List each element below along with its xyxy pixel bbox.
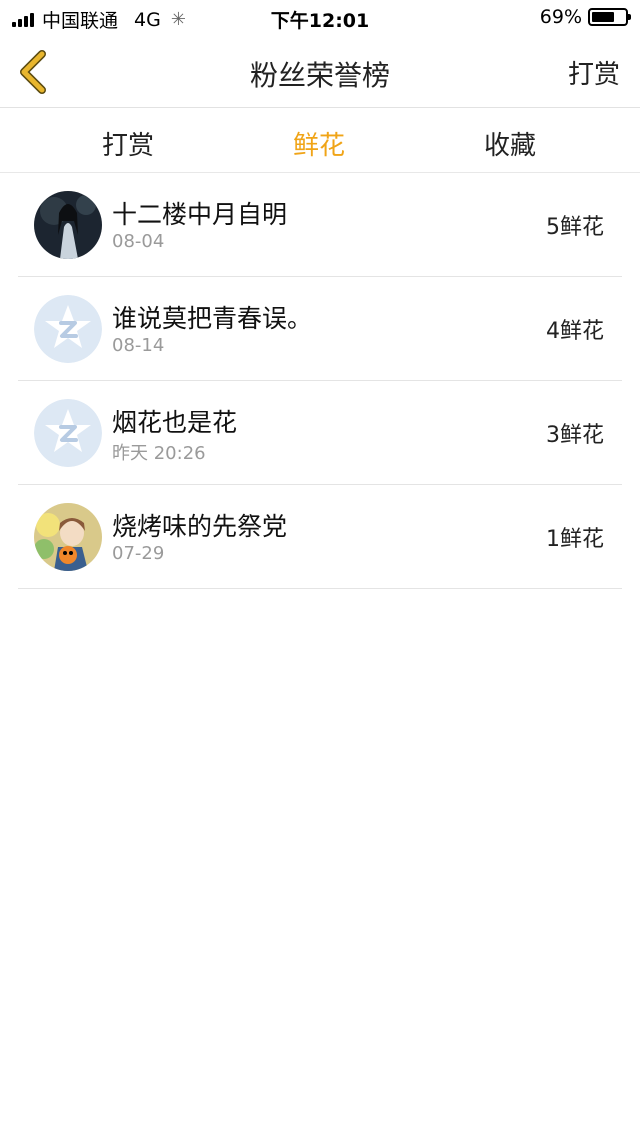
list-item[interactable]: 烧烤味的先祭党 07-29 1鲜花: [18, 485, 622, 589]
fan-date: 昨天 20:26: [112, 443, 206, 464]
tab-favorites[interactable]: 收藏: [450, 125, 570, 162]
fan-date: 08-04: [112, 231, 165, 252]
default-avatar-icon: [34, 295, 102, 363]
avatar: [34, 191, 102, 259]
avatar: [34, 503, 102, 571]
reward-button[interactable]: 打赏: [568, 54, 620, 91]
list-item[interactable]: 烟花也是花 昨天 20:26 3鲜花: [18, 381, 622, 485]
flower-count: 1鲜花: [546, 527, 604, 552]
status-right: 69%: [539, 6, 631, 28]
flower-count: 5鲜花: [546, 215, 604, 240]
status-bar: 中国联通 4G ✳ 下午12:01 69%: [0, 0, 640, 36]
fan-name: 烧烤味的先祭党: [112, 512, 288, 541]
default-avatar-icon: [34, 399, 102, 467]
fan-name: 十二楼中月自明: [112, 200, 288, 229]
list-item[interactable]: 十二楼中月自明 08-04 5鲜花: [18, 173, 622, 277]
fan-name: 烟花也是花: [112, 408, 238, 437]
page-title: 粉丝荣誉榜: [249, 59, 390, 92]
flower-count: 3鲜花: [546, 423, 604, 448]
battery-icon: [588, 8, 631, 26]
fan-ranking-list: 十二楼中月自明 08-04 5鲜花 谁说莫把青春误。 08-14 4鲜花 烟花也…: [18, 173, 622, 589]
nav-bar: 粉丝荣誉榜 打赏: [0, 36, 640, 108]
list-item[interactable]: 谁说莫把青春误。 08-14 4鲜花: [18, 277, 622, 381]
flower-count: 4鲜花: [546, 319, 604, 344]
tab-reward[interactable]: 打赏: [68, 125, 188, 162]
tab-bar: 打赏 鲜花 收藏: [0, 109, 640, 173]
fan-date: 07-29: [112, 543, 165, 564]
fan-name: 谁说莫把青春误。: [112, 304, 313, 333]
tab-flowers[interactable]: 鲜花: [259, 125, 379, 162]
battery-percent: 69%: [539, 6, 582, 28]
fan-date: 08-14: [112, 335, 165, 356]
